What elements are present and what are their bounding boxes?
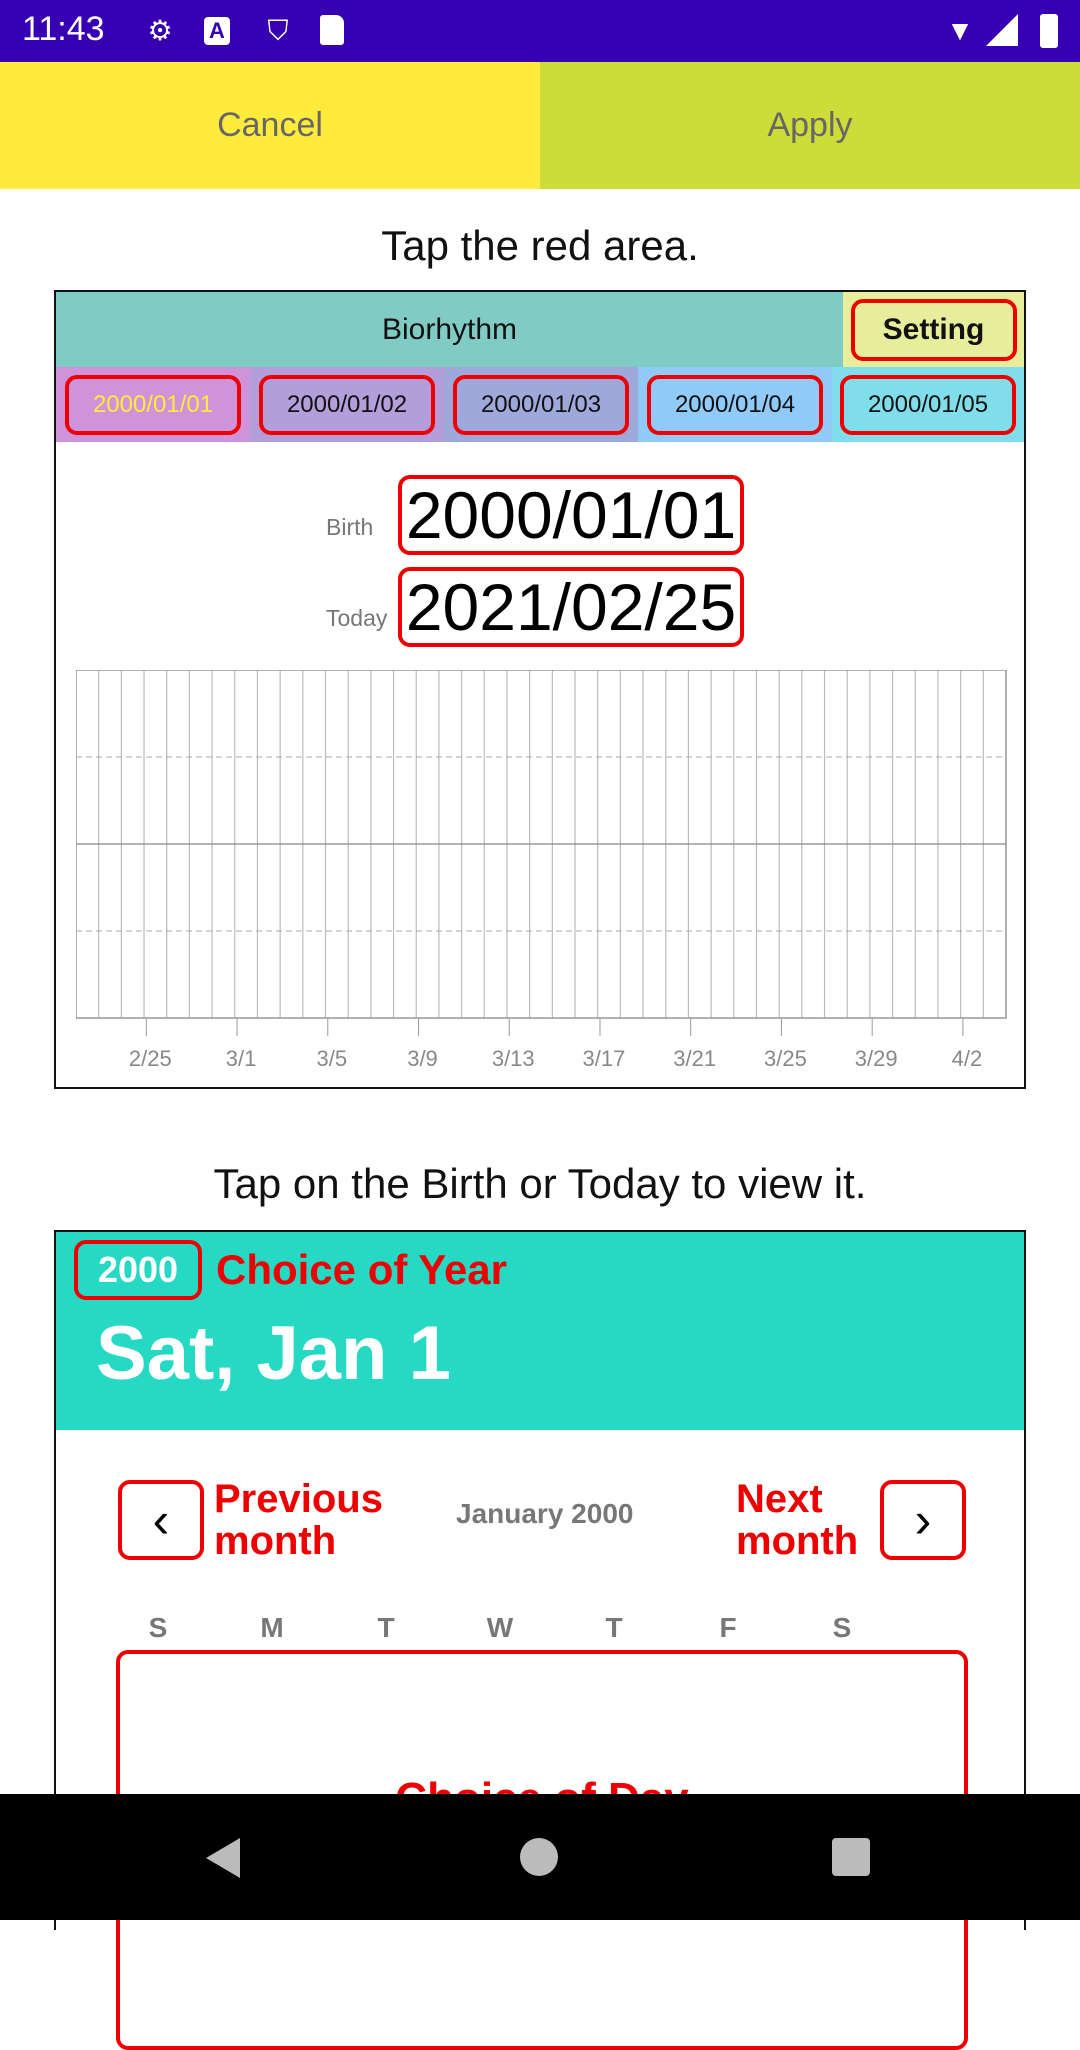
weekday-label: W xyxy=(486,1612,514,1643)
battery-icon xyxy=(1040,14,1058,48)
date-tab-label: 2000/01/05 xyxy=(840,374,1016,435)
home-icon[interactable] xyxy=(520,1838,558,1876)
birth-label: Birth xyxy=(326,514,374,540)
back-icon[interactable] xyxy=(206,1838,240,1878)
x-tick-label: 3/25 xyxy=(764,1046,807,1070)
date-tab[interactable]: 2000/01/01 xyxy=(56,367,250,442)
x-tick-label: 3/29 xyxy=(855,1046,898,1070)
date-tab[interactable]: 2000/01/05 xyxy=(832,367,1024,442)
recents-icon[interactable] xyxy=(832,1838,870,1876)
x-tick-label: 3/1 xyxy=(226,1046,257,1070)
date-tab[interactable]: 2000/01/02 xyxy=(250,367,444,442)
x-tick-label: 3/17 xyxy=(583,1046,626,1070)
cancel-button[interactable]: Cancel xyxy=(0,62,540,189)
birth-date-field[interactable]: 2000/01/01 xyxy=(398,475,744,555)
chevron-right-icon: › xyxy=(914,1492,932,1548)
chevron-left-icon: ‹ xyxy=(152,1492,170,1548)
status-time: 11:43 xyxy=(22,10,105,48)
date-tab-label: 2000/01/04 xyxy=(647,374,823,435)
x-tick-label: 2/25 xyxy=(129,1046,172,1070)
previous-month-button[interactable]: ‹ xyxy=(118,1480,204,1560)
signal-icon xyxy=(986,14,1018,46)
date-tab[interactable]: 2000/01/03 xyxy=(444,367,638,442)
gear-icon: ⚙ xyxy=(147,15,173,46)
previous-month-note: Previous month xyxy=(214,1477,383,1563)
hint-text: Tap the red area. xyxy=(381,222,699,269)
sd-card-icon xyxy=(320,15,344,45)
wifi-icon: ▼ xyxy=(946,15,974,46)
today-label: Today xyxy=(326,605,388,631)
month-label: January 2000 xyxy=(456,1498,634,1529)
date-tab-label: 2000/01/03 xyxy=(453,374,629,435)
date-tab-label: 2000/01/01 xyxy=(65,374,241,435)
next-month-note: Next month xyxy=(736,1477,859,1563)
weekday-label: S xyxy=(832,1612,852,1643)
weekday-label: T xyxy=(377,1612,395,1643)
x-tick-label: 3/13 xyxy=(492,1046,535,1070)
apply-button[interactable]: Apply xyxy=(540,62,1080,189)
x-tick-label: 3/21 xyxy=(673,1046,716,1070)
setting-button[interactable]: Setting xyxy=(850,298,1017,361)
x-tick-label: 4/2 xyxy=(952,1046,983,1070)
weekday-label: M xyxy=(260,1612,284,1643)
weekday-label: F xyxy=(719,1612,737,1643)
weekday-label: T xyxy=(605,1612,623,1643)
selected-date: Sat, Jan 1 xyxy=(96,1311,451,1396)
year-button[interactable]: 2000 xyxy=(74,1240,202,1300)
x-tick-label: 3/9 xyxy=(407,1046,438,1070)
status-bar: 11:43 ⚙ A ⛉ ▼ xyxy=(0,0,1080,62)
year-note: Choice of Year xyxy=(216,1246,508,1293)
play-shield-icon: ⛉ xyxy=(267,15,289,46)
picker-header: 2000 Choice of Year Sat, Jan 1 xyxy=(56,1232,1024,1430)
next-month-button[interactable]: › xyxy=(880,1480,966,1560)
a-icon: A xyxy=(204,17,230,45)
navigation-bar xyxy=(0,1794,1080,1920)
app-preview: Biorhythm Setting 2000/01/01 2000/01/02 20… xyxy=(54,290,1026,1089)
date-tab[interactable]: 2000/01/04 xyxy=(638,367,832,442)
hint-text-2: Tap on the Birth or Today to view it. xyxy=(213,1160,867,1207)
today-date-field[interactable]: 2021/02/25 xyxy=(398,567,744,647)
date-tab-label: 2000/01/02 xyxy=(259,374,435,435)
biorhythm-chart: 2/25 3/1 3/5 3/9 3/13 3/17 3/21 3/25 3/29 4/2 xyxy=(76,670,1007,1070)
weekday-label: S xyxy=(148,1612,168,1643)
x-tick-label: 3/5 xyxy=(316,1046,347,1070)
app-title: Biorhythm xyxy=(56,292,843,367)
